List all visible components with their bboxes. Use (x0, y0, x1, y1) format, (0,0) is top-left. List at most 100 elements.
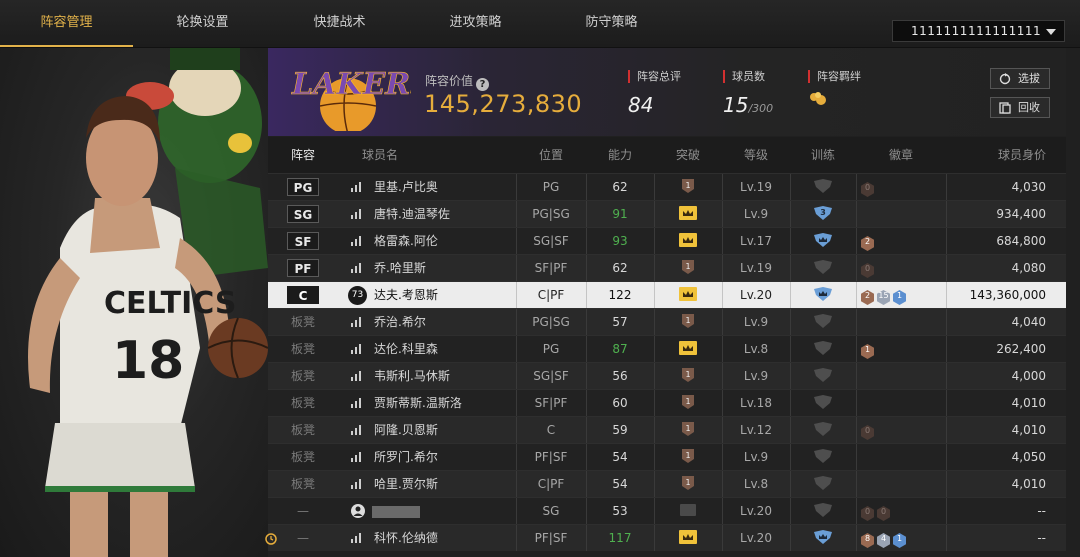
tab-quick-tactics[interactable]: 快捷战术 (273, 0, 406, 46)
player-level: Lv.9 (743, 315, 769, 329)
player-training[interactable] (790, 525, 856, 551)
header-name[interactable]: 球员名 (350, 137, 410, 173)
player-training[interactable] (790, 309, 856, 335)
slot-bench: 板凳 (290, 477, 315, 491)
roster-slot: 板凳 (268, 417, 338, 443)
header-slot[interactable]: 阵容 (268, 137, 338, 173)
header-breakthrough[interactable]: 突破 (654, 137, 722, 173)
player-position: C|PF (537, 477, 565, 491)
header-value[interactable]: 球员身价 (946, 137, 1062, 173)
table-row[interactable]: 板凳 哈里.贾尔斯 C|PF 54 1 Lv.8 4,010 (268, 470, 1066, 497)
player-badges[interactable]: 00 (856, 498, 946, 524)
table-row[interactable]: 板凳 贾斯蒂斯.温斯洛 SF|PF 60 1 Lv.18 4,010 (268, 389, 1066, 416)
badge-icon: 0 (860, 261, 875, 278)
player-breakthrough: 1 (654, 417, 722, 443)
shield-icon: 3 (814, 206, 832, 220)
player-position: SG|SF (533, 369, 569, 383)
player-training[interactable] (790, 390, 856, 416)
player-badges[interactable]: 0 (856, 174, 946, 200)
slot-bench: 板凳 (290, 369, 315, 383)
roster-slot: — (265, 525, 338, 551)
player-name[interactable]: 哈里.贾尔斯 (338, 471, 516, 497)
table-row[interactable]: — SG 53 Lv.20 0 0 -- (268, 497, 1066, 524)
shield-icon (814, 314, 832, 328)
table-row[interactable]: — 科怀.伦纳德 PF|SF 117 Lv.20 8 4 1 -- (265, 524, 1066, 551)
player-name-text: 哈里.贾尔斯 (374, 477, 438, 491)
player-name[interactable]: 格雷森.阿伦 (338, 228, 516, 254)
svg-text:1: 1 (685, 451, 690, 460)
header-level[interactable]: 等级 (722, 137, 790, 173)
player-badges[interactable]: 1 (856, 336, 946, 362)
player-training[interactable] (790, 498, 856, 524)
player-training[interactable] (790, 174, 856, 200)
player-badges[interactable]: 2 (856, 228, 946, 254)
player-badges[interactable] (856, 390, 946, 416)
player-name[interactable] (338, 498, 516, 524)
breakthrough-level-icon: 1 (682, 449, 694, 463)
shield-icon (814, 476, 832, 490)
player-name[interactable]: 唐特.迪温琴佐 (338, 201, 516, 227)
table-row[interactable]: 板凳 所罗门.希尔 PF|SF 54 1 Lv.9 4,050 (268, 443, 1066, 470)
table-row[interactable]: 板凳 达伦.科里森 PG 87 Lv.8 1 262,400 (268, 335, 1066, 362)
player-training[interactable] (790, 444, 856, 470)
roster-slot: 板凳 (268, 390, 338, 416)
table-row[interactable]: SF 格雷森.阿伦 SG|SF 93 Lv.17 2 684,800 (268, 227, 1066, 254)
player-badges[interactable]: 841 (856, 525, 946, 551)
player-name[interactable]: 所罗门.希尔 (338, 444, 516, 470)
header-training[interactable]: 训练 (790, 137, 856, 173)
roster-slot: 板凳 (268, 363, 338, 389)
badge-icon: 0 (860, 504, 875, 521)
player-training[interactable]: 3 (790, 201, 856, 227)
table-row[interactable]: C 73 达夫.考恩斯 C|PF 122 Lv.20 2 15 1 143,360,000 (268, 281, 1066, 308)
player-badges[interactable] (856, 201, 946, 227)
player-name[interactable]: 阿隆.贝恩斯 (338, 417, 516, 443)
header-ability[interactable]: 能力 (586, 137, 654, 173)
player-ability: 60 (612, 396, 628, 410)
player-badges[interactable] (856, 309, 946, 335)
roster-value: 145,273,830 (424, 90, 583, 118)
slot-bench: — (297, 504, 309, 518)
player-badges[interactable] (856, 363, 946, 389)
player-name[interactable]: 韦斯利.马休斯 (338, 363, 516, 389)
player-badges[interactable]: 0 (856, 417, 946, 443)
tab-defense[interactable]: 防守策略 (545, 0, 678, 46)
player-badges[interactable] (856, 444, 946, 470)
player-name[interactable]: 乔.哈里斯 (338, 255, 516, 281)
player-training[interactable] (790, 282, 856, 308)
table-row[interactable]: SG 唐特.迪温琴佐 PG|SG 91 Lv.9 3 934,400 (268, 200, 1066, 227)
player-badges[interactable]: 0 (856, 255, 946, 281)
signal-icon (351, 344, 361, 354)
player-training[interactable] (790, 228, 856, 254)
bond-icon[interactable] (808, 90, 828, 108)
player-name[interactable]: 科怀.伦纳德 (338, 525, 516, 551)
player-training[interactable] (790, 471, 856, 497)
team-select[interactable]: 1111111111111111 (892, 20, 1065, 42)
signal-icon (351, 236, 361, 246)
player-training[interactable] (790, 363, 856, 389)
player-badges[interactable]: 2 15 1 (856, 282, 946, 308)
roster-slot: 板凳 (268, 444, 338, 470)
player-training[interactable] (790, 336, 856, 362)
player-name[interactable]: 73 达夫.考恩斯 (338, 282, 516, 308)
player-training[interactable] (790, 417, 856, 443)
player-name[interactable]: 贾斯蒂斯.温斯洛 (338, 390, 516, 416)
player-badges[interactable] (856, 471, 946, 497)
table-row[interactable]: 板凳 乔治.希尔 PG|SG 57 1 Lv.9 4,040 (268, 308, 1066, 335)
tab-roster[interactable]: 阵容管理 (0, 0, 133, 47)
player-name[interactable]: 达伦.科里森 (338, 336, 516, 362)
recycle-button[interactable]: 回收 (990, 97, 1050, 118)
header-position[interactable]: 位置 (516, 137, 586, 173)
roster-slot: — (268, 498, 338, 524)
table-row[interactable]: PF 乔.哈里斯 SF|PF 62 1 Lv.19 0 4,080 (268, 254, 1066, 281)
table-row[interactable]: 板凳 韦斯利.马休斯 SG|SF 56 1 Lv.9 4,000 (268, 362, 1066, 389)
tab-rotation[interactable]: 轮换设置 (136, 0, 269, 46)
table-row[interactable]: PG 里基.卢比奥 PG 62 1 Lv.19 0 4,030 (268, 173, 1066, 200)
player-name[interactable]: 里基.卢比奥 (338, 174, 516, 200)
header-badge[interactable]: 徽章 (856, 137, 946, 173)
player-name[interactable]: 乔治.希尔 (338, 309, 516, 335)
player-name-text: 唐特.迪温琴佐 (374, 207, 450, 221)
select-button[interactable]: 选拔 (990, 68, 1050, 89)
player-training[interactable] (790, 255, 856, 281)
tab-offense[interactable]: 进攻策略 (409, 0, 542, 46)
table-row[interactable]: 板凳 阿隆.贝恩斯 C 59 1 Lv.12 0 4,010 (268, 416, 1066, 443)
